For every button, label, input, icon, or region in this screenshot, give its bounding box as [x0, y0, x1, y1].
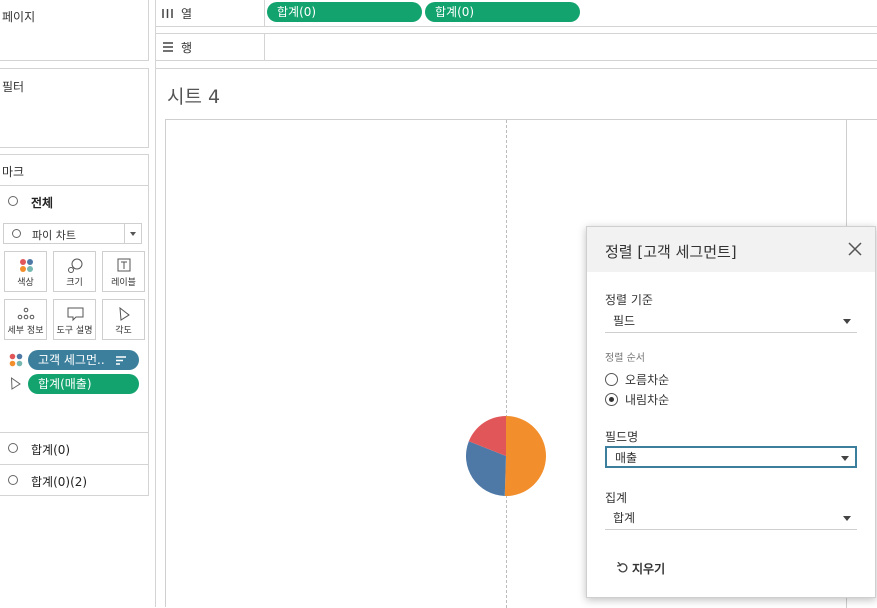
- label-button[interactable]: 레이블: [102, 251, 145, 292]
- field-name-label: 필드명: [605, 430, 639, 444]
- text-icon: [117, 258, 131, 272]
- sort-order-label: 정렬 순서: [605, 353, 645, 364]
- marks-label: 마크: [2, 165, 25, 179]
- aggregate-label: 집계: [605, 491, 628, 505]
- zero-line: [506, 120, 507, 608]
- section-label: 합계(0): [31, 443, 71, 457]
- aggregate-select[interactable]: 합계: [605, 508, 857, 530]
- descending-label[interactable]: 내림차순: [625, 391, 669, 408]
- sort-by-label: 정렬 기준: [605, 293, 653, 307]
- column-pill[interactable]: 합계(0): [267, 2, 422, 22]
- color-button[interactable]: 색상: [4, 251, 47, 292]
- filters-card[interactable]: 필터: [0, 68, 149, 148]
- columns-icon: [162, 9, 173, 18]
- color-icon: [20, 259, 33, 272]
- marks-all-row[interactable]: 전체: [0, 185, 148, 217]
- sort-by-value: 필드: [613, 314, 636, 328]
- pie-chart[interactable]: [464, 414, 548, 498]
- mark-type-dropdown[interactable]: 파이 차트: [3, 223, 142, 244]
- marks-card: 마크 전체 파이 차트 색상 크기 레이블 세부 정보 도구 설명 각도 고객 …: [0, 154, 149, 496]
- dropdown-divider: [124, 224, 125, 243]
- ascending-radio[interactable]: [605, 373, 618, 386]
- sort-by-select[interactable]: 필드: [605, 311, 857, 333]
- size-icon: [68, 258, 83, 273]
- tooltip-label: 도구 설명: [56, 326, 93, 336]
- filters-label: 필터: [2, 80, 25, 94]
- sort-descending-icon: [116, 356, 126, 365]
- marks-section-sum0[interactable]: 합계(0): [0, 432, 148, 464]
- clear-label: 지우기: [632, 562, 666, 576]
- detail-icon: [17, 307, 35, 320]
- shelf-divider: [264, 34, 265, 60]
- columns-shelf[interactable]: 열 합계(0) 합계(0): [155, 0, 877, 27]
- detail-label: 세부 정보: [7, 326, 44, 336]
- field-name-value: 매출: [615, 451, 638, 465]
- left-panel-divider: [155, 0, 156, 607]
- chevron-down-icon: [843, 516, 851, 521]
- clock-icon: [8, 475, 18, 485]
- angle-label: 각도: [115, 326, 132, 336]
- color-icon: [9, 353, 23, 367]
- columns-label: 열: [181, 7, 193, 21]
- undo-icon: [617, 562, 628, 573]
- label-label: 레이블: [111, 278, 136, 288]
- pie-slice[interactable]: [504, 416, 546, 496]
- color-label: 색상: [17, 278, 34, 288]
- marks-all-label: 전체: [31, 196, 54, 210]
- clock-icon: [12, 229, 21, 238]
- angle-button[interactable]: 각도: [102, 299, 145, 340]
- ascending-label[interactable]: 오름차순: [625, 371, 669, 388]
- mark-type-value: 파이 차트: [32, 229, 76, 242]
- marks-section-sum0-2[interactable]: 합계(0)(2): [0, 464, 148, 496]
- field-name-select[interactable]: 매출: [605, 446, 857, 468]
- dialog-header: 정렬 [고객 세그먼트]: [587, 227, 875, 272]
- sort-dialog: 정렬 [고객 세그먼트] 정렬 기준 필드 정렬 순서 오름차순 내림차순 필드…: [586, 226, 876, 598]
- clock-icon: [8, 196, 18, 206]
- segment-pill[interactable]: 고객 세그먼..: [28, 350, 139, 370]
- size-label: 크기: [66, 278, 83, 288]
- sum-sales-pill[interactable]: 합계(매출): [28, 374, 139, 394]
- detail-button[interactable]: 세부 정보: [4, 299, 47, 340]
- column-pill-label: 합계(0): [277, 5, 317, 19]
- tooltip-button[interactable]: 도구 설명: [53, 299, 96, 340]
- rows-icon: [163, 42, 173, 52]
- size-button[interactable]: 크기: [53, 251, 96, 292]
- close-icon[interactable]: [848, 242, 862, 256]
- sum-sales-pill-label: 합계(매출): [38, 377, 92, 391]
- dialog-title: 정렬 [고객 세그먼트]: [605, 243, 737, 261]
- section-label: 합계(0)(2): [31, 475, 88, 489]
- angle-icon: [119, 306, 130, 321]
- chevron-down-icon: [843, 319, 851, 324]
- segment-pill-label: 고객 세그먼..: [38, 353, 105, 367]
- clear-button[interactable]: 지우기: [615, 558, 675, 578]
- rows-shelf[interactable]: 행: [155, 33, 877, 61]
- view-top-divider: [155, 68, 877, 69]
- pages-label: 페이지: [2, 10, 36, 24]
- chevron-down-icon: [841, 456, 849, 461]
- chevron-down-icon: [130, 232, 136, 236]
- rows-label: 행: [181, 41, 193, 55]
- tooltip-icon: [67, 307, 84, 322]
- column-pill-label: 합계(0): [435, 5, 475, 19]
- sheet-title: 시트 4: [167, 86, 221, 108]
- column-pill[interactable]: 합계(0): [425, 2, 580, 22]
- clock-icon: [8, 443, 18, 453]
- aggregate-value: 합계: [613, 511, 636, 525]
- angle-icon: [10, 377, 21, 390]
- descending-radio[interactable]: [605, 393, 618, 406]
- shelf-divider: [264, 0, 265, 27]
- pages-card: 페이지: [0, 0, 149, 61]
